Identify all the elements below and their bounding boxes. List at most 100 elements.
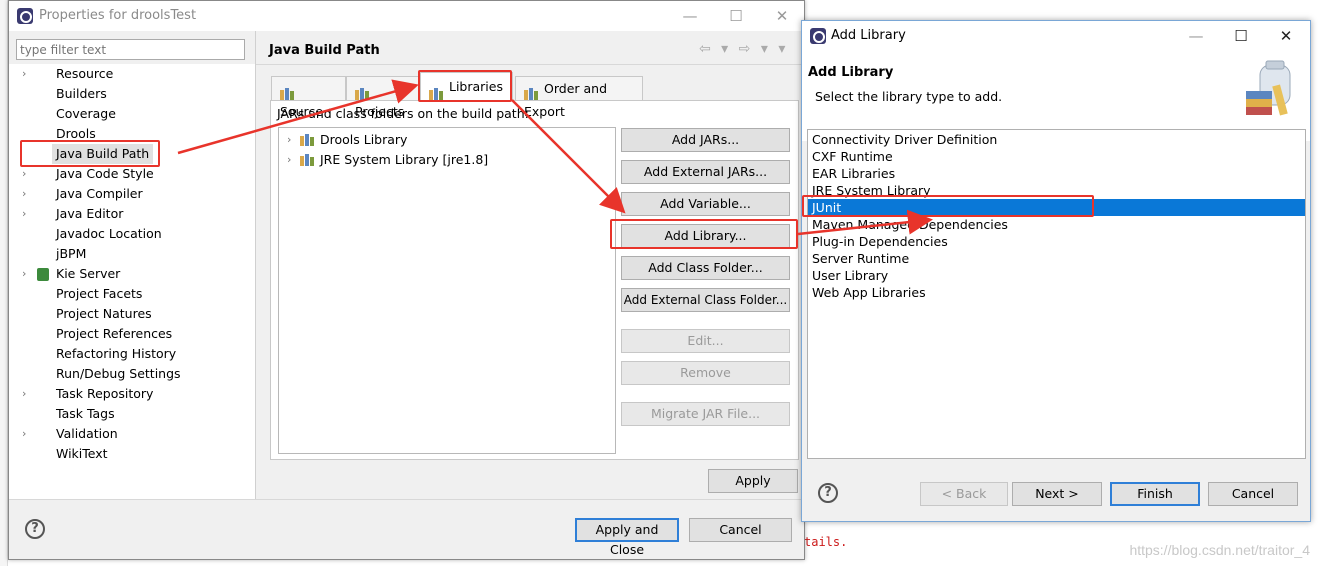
library-type-item[interactable]: EAR Libraries (808, 165, 1305, 182)
add-external-class-folder-button[interactable]: Add External Class Folder... (621, 288, 790, 312)
tree-item-label: Refactoring History (56, 346, 177, 361)
chevron-right-icon[interactable]: › (22, 64, 32, 84)
property-pages-tree: › Resource Builders Coverage Drools Java Buil… (9, 64, 255, 499)
tree-item-label: Project Facets (56, 286, 143, 301)
tree-item-label: Builders (56, 86, 107, 101)
library-type-list: Connectivity Driver Definition CXF Runtim… (807, 129, 1306, 459)
tree-item[interactable]: Javadoc Location (9, 224, 255, 244)
tree-item-label: Project References (56, 326, 173, 341)
tree-item[interactable]: Task Tags (9, 404, 255, 424)
kie-server-icon (37, 268, 49, 281)
minimize-icon[interactable]: — (668, 1, 712, 31)
tree-item[interactable]: jBPM (9, 244, 255, 264)
library-type-item[interactable]: Connectivity Driver Definition (808, 131, 1305, 148)
tree-item[interactable]: › Java Compiler (9, 184, 255, 204)
apply-and-close-button[interactable]: Apply and Close (575, 518, 679, 557)
back-button[interactable]: < Back (920, 482, 1008, 506)
help-icon[interactable]: ? (25, 519, 45, 539)
library-type-item[interactable]: User Library (808, 267, 1305, 284)
chevron-right-icon[interactable]: › (287, 150, 291, 170)
tree-item[interactable]: Builders (9, 84, 255, 104)
divider (256, 64, 804, 65)
tab-order-and-export[interactable]: Order and Export (515, 76, 643, 119)
tree-item[interactable]: › Java Code Style (9, 164, 255, 184)
add-jars-button[interactable]: Add JARs... (621, 128, 790, 152)
tree-item-label: jBPM (56, 246, 87, 261)
tab-projects[interactable]: Projects (346, 76, 420, 119)
properties-titlebar: Properties for droolsTest — ☐ ✕ (9, 1, 804, 31)
tree-item[interactable]: Run/Debug Settings (9, 364, 255, 384)
tree-item[interactable]: Refactoring History (9, 344, 255, 364)
tree-item[interactable]: Project Facets (9, 284, 255, 304)
tree-item-label: Validation (56, 426, 118, 441)
chevron-right-icon[interactable]: › (22, 184, 32, 204)
tree-item-label: Java Editor (56, 206, 124, 221)
chevron-right-icon[interactable]: › (22, 204, 32, 224)
projects-icon (355, 84, 369, 100)
tree-item[interactable]: › Task Repository (9, 384, 255, 404)
add-class-folder-button[interactable]: Add Class Folder... (621, 256, 790, 280)
finish-button[interactable]: Finish (1110, 482, 1200, 506)
add-library-titlebar: Add Library — ☐ ✕ (802, 21, 1310, 51)
chevron-right-icon[interactable]: › (22, 264, 32, 284)
cancel-button[interactable]: Cancel (689, 518, 792, 542)
chevron-right-icon[interactable]: › (22, 384, 32, 404)
tree-item-label: Coverage (56, 106, 116, 121)
watermark: https://blog.csdn.net/traitor_4 (1129, 542, 1310, 558)
library-label: JRE System Library [jre1.8] (320, 152, 489, 167)
order-export-icon (524, 84, 538, 100)
add-library-dialog: Add Library — ☐ ✕ Add Library Select the… (801, 20, 1311, 522)
tree-item-label: Run/Debug Settings (56, 366, 181, 381)
tree-item[interactable]: Coverage (9, 104, 255, 124)
apply-button[interactable]: Apply (708, 469, 798, 493)
console-error-text: tails. (804, 535, 848, 549)
tree-item[interactable]: › Resource (9, 64, 255, 84)
properties-title: Properties for droolsTest (39, 8, 197, 23)
tree-item[interactable]: WikiText (9, 444, 255, 464)
source-folder-icon (280, 84, 294, 100)
maximize-icon[interactable]: ☐ (1219, 21, 1263, 51)
library-type-item[interactable]: Plug-in Dependencies (808, 233, 1305, 250)
filter-input[interactable] (16, 39, 245, 60)
tree-item[interactable]: Project References (9, 324, 255, 344)
tree-item-label: Java Code Style (56, 166, 154, 181)
library-type-item[interactable]: CXF Runtime (808, 148, 1305, 165)
library-type-item[interactable]: Server Runtime (808, 250, 1305, 267)
next-button[interactable]: Next > (1012, 482, 1102, 506)
tab-source[interactable]: Source (271, 76, 346, 119)
chevron-right-icon[interactable]: › (287, 130, 291, 150)
maximize-icon[interactable]: ☐ (714, 1, 758, 31)
cancel-button[interactable]: Cancel (1208, 482, 1298, 506)
close-icon[interactable]: ✕ (760, 1, 804, 31)
library-jar-icon (300, 134, 314, 146)
add-variable-button[interactable]: Add Variable... (621, 192, 790, 216)
remove-button[interactable]: Remove (621, 361, 790, 385)
migrate-jar-button[interactable]: Migrate JAR File... (621, 402, 790, 426)
chevron-right-icon[interactable]: › (22, 424, 32, 444)
tree-item[interactable]: › Validation (9, 424, 255, 444)
close-icon[interactable]: ✕ (1264, 21, 1308, 51)
minimize-icon[interactable]: — (1174, 21, 1218, 51)
eclipse-icon (17, 8, 33, 24)
edit-button[interactable]: Edit... (621, 329, 790, 353)
help-icon[interactable]: ? (818, 483, 838, 503)
libraries-tree: › Drools Library › JRE System Library [jre1… (278, 127, 616, 454)
tree-item[interactable]: Project Natures (9, 304, 255, 324)
tree-item-label: Task Tags (56, 406, 115, 421)
nav-arrows[interactable]: ⇦ ▾ ⇨ ▾ ▾ (699, 41, 788, 57)
annotation-box-libraries-tab (418, 70, 512, 102)
library-type-item[interactable]: Web App Libraries (808, 284, 1305, 301)
background-editor-strip (0, 0, 8, 566)
library-type-item[interactable]: Maven Managed Dependencies (808, 216, 1305, 233)
tree-item-label: Java Compiler (56, 186, 143, 201)
divider (255, 31, 256, 499)
tree-item[interactable]: › Kie Server (9, 264, 255, 284)
tree-item-label: Javadoc Location (56, 226, 162, 241)
annotation-box-junit (802, 195, 1094, 217)
tree-item-label: WikiText (56, 446, 108, 461)
add-library-title: Add Library (831, 28, 906, 43)
chevron-right-icon[interactable]: › (22, 164, 32, 184)
annotation-box-add-library (610, 219, 798, 249)
tree-item[interactable]: › Java Editor (9, 204, 255, 224)
add-external-jars-button[interactable]: Add External JARs... (621, 160, 790, 184)
